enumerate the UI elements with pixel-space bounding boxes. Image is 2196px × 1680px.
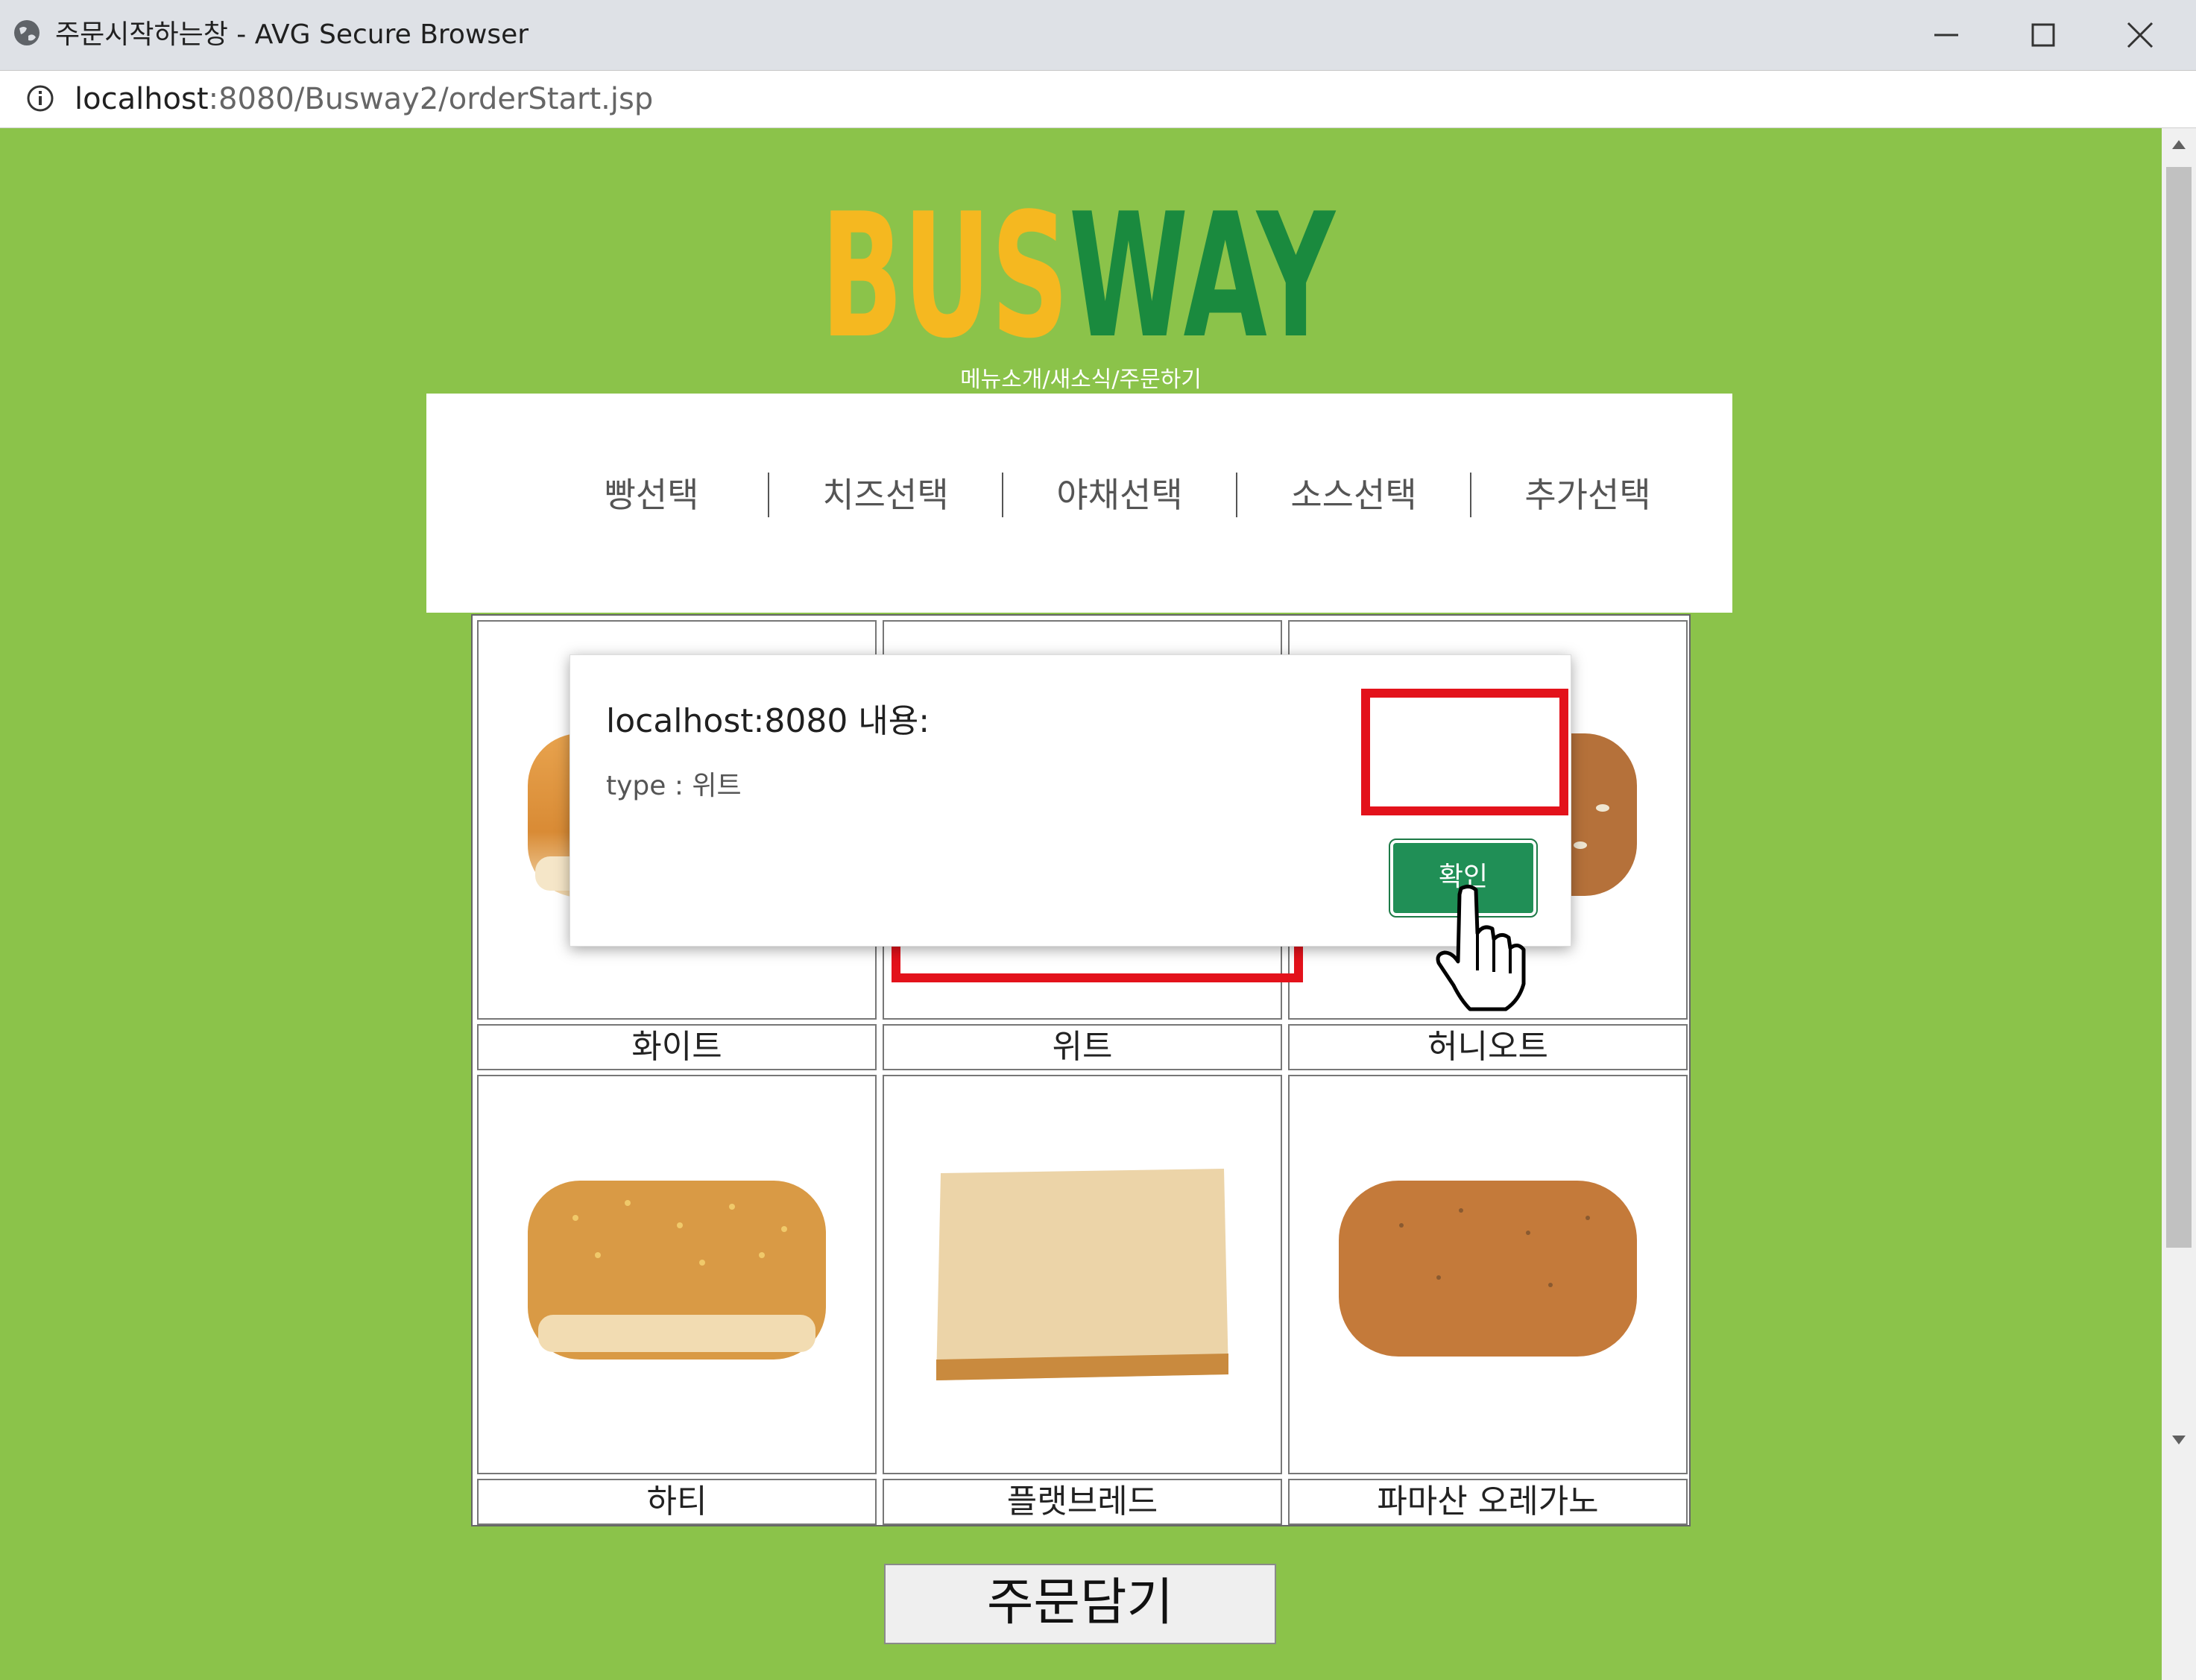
address-bar[interactable]: localhost:8080/Busway2/orderStart.jsp [0,71,2196,128]
url-host: localhost [75,82,209,116]
url-text[interactable]: localhost:8080/Busway2/orderStart.jsp [75,77,653,121]
close-icon [2127,22,2154,48]
tab-vegetable[interactable]: 야채선택 [1003,473,1237,517]
maximize-icon [2031,23,2055,47]
tab-cheese[interactable]: 치즈선택 [769,473,1003,517]
page-viewport: BUSWAY 메뉴소개/새소식/주문하기 빵선택 치즈선택 야채선택 소스선택 … [0,128,2162,1680]
scroll-down-icon[interactable] [2171,1434,2187,1446]
category-menu: 빵선택 치즈선택 야채선택 소스선택 추가선택 [426,394,1732,613]
maximize-button[interactable] [1995,0,2092,70]
bread-cell-hearty[interactable] [477,1075,877,1474]
parmesan-oregano-bread-image [1339,1181,1637,1357]
bread-label-parmesan-oregano: 파마산 오레가노 [1288,1479,1688,1525]
logo-bus-text: BUS [821,177,1069,344]
minimize-icon [1934,34,1958,37]
scroll-up-icon[interactable] [2171,139,2187,151]
flatbread-image [936,1169,1228,1380]
ok-highlight-box [1361,689,1568,815]
logo-way-text: WAY [1069,177,1337,344]
close-button[interactable] [2092,0,2189,70]
window-title-bar: 주문시작하는창 - AVG Secure Browser [0,0,2196,71]
bread-label-white: 화이트 [477,1024,877,1070]
hand-pointer-cursor-icon [1436,884,1526,1011]
add-to-order-button[interactable]: 주문담기 [884,1564,1276,1644]
globe-icon [14,20,40,45]
info-icon[interactable] [25,83,55,113]
window-title: 주문시작하는창 - AVG Secure Browser [55,19,529,50]
bread-cell-parmesan-oregano[interactable] [1288,1075,1688,1474]
tab-extra[interactable]: 추가선택 [1471,473,1704,517]
bread-label-wheat: 위트 [883,1024,1282,1070]
url-path: :8080/Busway2/orderStart.jsp [208,82,654,116]
vertical-scrollbar[interactable] [2162,128,2196,1680]
bread-label-flatbread: 플랫브레드 [883,1479,1282,1525]
busway-logo: BUSWAY [821,177,1337,344]
bread-label-hearty: 하티 [477,1479,877,1525]
dialog-title: localhost:8080 내용: [606,702,930,740]
dialog-message: type : 위트 [606,771,742,801]
tab-bread[interactable]: 빵선택 [535,473,769,517]
tab-sauce[interactable]: 소스선택 [1237,473,1471,517]
bread-cell-flatbread[interactable] [883,1075,1282,1474]
svg-text:BUSWAY: BUSWAY [821,177,1337,344]
category-tabs: 빵선택 치즈선택 야채선택 소스선택 추가선택 [535,473,1704,529]
minimize-button[interactable] [1898,0,1995,70]
scrollbar-thumb[interactable] [2166,167,2192,1248]
bread-label-honey-oat: 허니오트 [1288,1024,1688,1070]
sub-navigation[interactable]: 메뉴소개/새소식/주문하기 [939,361,1222,394]
hearty-bread-image [528,1181,826,1360]
